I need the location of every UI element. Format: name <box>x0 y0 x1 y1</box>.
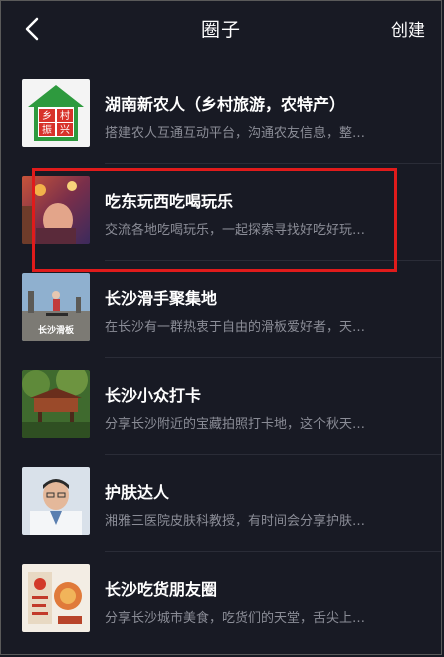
circle-thumbnail <box>22 176 90 244</box>
circle-name: 吃东玩西吃喝玩乐 <box>105 192 234 211</box>
circle-item-foodie[interactable]: 长沙吃货朋友圈 分享长沙城市美食，吃货们的天堂，舌尖上… <box>1 552 441 649</box>
circle-description: 在长沙有一群热衷于自由的滑板爱好者，天… <box>105 320 366 335</box>
thumb-char: 乡 <box>42 110 52 122</box>
circle-item-hunan-farmers[interactable]: 乡 村 振 兴 湖南新农人（乡村旅游，农特产） 搭建农人互通互动平台，沟通农友信… <box>1 67 441 164</box>
circle-item-eat-drink-play[interactable]: 吃东玩西吃喝玩乐 交流各地吃喝玩乐，一起探索寻找好吃好玩… <box>1 164 441 261</box>
thumb-char: 村 <box>60 109 70 122</box>
circle-description: 交流各地吃喝玩乐，一起探索寻找好吃好玩… <box>105 223 366 238</box>
circle-name: 护肤达人 <box>105 483 170 502</box>
circle-name: 长沙小众打卡 <box>105 386 202 405</box>
thumb-char: 兴 <box>60 124 70 136</box>
circle-description: 湘雅三医院皮肤科教授，有时间会分享护肤… <box>105 514 366 529</box>
page-title: 圈子 <box>200 19 241 41</box>
thumb-char: 振 <box>42 123 52 136</box>
thumb-caption: 长沙滑板 <box>38 324 75 336</box>
top-bar: 圈子 创建 <box>1 1 441 57</box>
circle-thumbnail: 乡 村 振 兴 <box>22 79 90 147</box>
circle-item-niche-checkin[interactable]: 长沙小众打卡 分享长沙附近的宝藏拍照打卡地，这个秋天… <box>1 358 441 455</box>
circle-thumbnail <box>22 564 90 632</box>
circle-thumbnail <box>22 467 90 535</box>
circle-name: 长沙滑手聚集地 <box>105 289 218 308</box>
circle-description: 搭建农人互通互动平台，沟通农友信息，整… <box>105 126 366 141</box>
circle-thumbnail <box>22 370 90 438</box>
circle-thumbnail: 长沙滑板 <box>22 273 90 341</box>
circle-name: 长沙吃货朋友圈 <box>105 580 218 599</box>
create-button[interactable]: 创建 <box>391 16 425 41</box>
circle-description: 分享长沙城市美食，吃货们的天堂，舌尖上… <box>105 611 366 626</box>
circle-description: 分享长沙附近的宝藏拍照打卡地，这个秋天… <box>105 417 366 432</box>
circle-list: 乡 村 振 兴 湖南新农人（乡村旅游，农特产） 搭建农人互通互动平台，沟通农友信… <box>1 67 441 649</box>
circle-item-skincare[interactable]: 护肤达人 湘雅三医院皮肤科教授，有时间会分享护肤… <box>1 455 441 552</box>
circle-item-skateboard[interactable]: 长沙滑板 长沙滑手聚集地 在长沙有一群热衷于自由的滑板爱好者，天… <box>1 261 441 358</box>
circle-name: 湖南新农人（乡村旅游，农特产） <box>105 95 346 114</box>
screen: 圈子 创建 乡 村 振 兴 湖南新农人（乡村旅游，农特产） 搭建农人互通互动平台… <box>0 0 442 655</box>
